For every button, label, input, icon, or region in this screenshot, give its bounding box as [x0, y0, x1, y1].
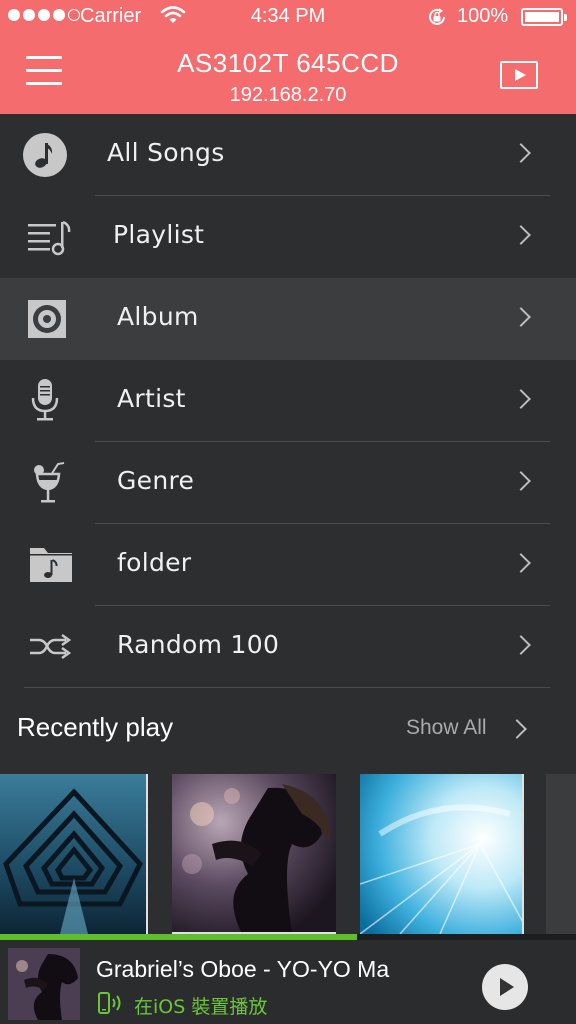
album-cover-bridge[interactable]: [0, 774, 148, 934]
show-all-link[interactable]: Show All: [406, 716, 487, 740]
device-name: AS3102T 645CCD: [177, 48, 399, 78]
disc-icon: [22, 294, 72, 344]
status-bar: Carrier 4:34 PM 100%: [0, 0, 576, 34]
menu-item-label: Genre: [117, 466, 195, 495]
hamburger-menu-icon[interactable]: [26, 56, 62, 88]
menu-item-all-songs[interactable]: All Songs: [0, 114, 576, 196]
menu-item-artist[interactable]: Artist: [0, 360, 576, 442]
chevron-right-icon: [511, 635, 531, 655]
recently-played-header: Recently play Show All: [0, 688, 576, 768]
menu-item-random-100[interactable]: Random 100: [0, 606, 576, 688]
now-playing-bar[interactable]: Grabriel’s Oboe - YO-YO Ma 在iOS 裝置播放: [0, 940, 576, 1024]
battery-percent: 100%: [457, 5, 509, 27]
chevron-right-icon: [511, 143, 531, 163]
menu-item-genre[interactable]: Genre: [0, 442, 576, 524]
chevron-right-icon: [511, 389, 531, 409]
album-cover-light[interactable]: [360, 774, 524, 934]
phone-speaker-icon: [98, 992, 126, 1019]
output-device[interactable]: 在iOS 裝置播放: [98, 992, 267, 1019]
playlist-icon: [22, 212, 72, 262]
music-folder-icon: [22, 540, 72, 590]
album-cover-portrait[interactable]: [172, 774, 336, 934]
chevron-right-icon[interactable]: [507, 719, 527, 739]
chevron-right-icon: [511, 471, 531, 491]
rotation-lock-icon: [426, 6, 448, 34]
now-playing-artwork: [8, 948, 80, 1020]
play-button[interactable]: [482, 964, 528, 1010]
menu-item-label: Album: [117, 302, 199, 331]
section-title: Recently play: [17, 712, 174, 742]
menu-item-label: Random 100: [117, 630, 280, 659]
album-cover-partial[interactable]: [546, 774, 576, 934]
chevron-right-icon: [511, 225, 531, 245]
library-menu: All Songs Playlist Album Artist Genre fo…: [0, 114, 576, 688]
top-bar: Carrier 4:34 PM 100% AS3102T 645CCD 192.…: [0, 0, 576, 114]
menu-item-playlist[interactable]: Playlist: [0, 196, 576, 278]
shuffle-icon: [22, 622, 72, 672]
cocktail-icon: [22, 458, 72, 508]
device-ip: 192.168.2.70: [229, 84, 347, 106]
music-note-icon: [22, 130, 72, 180]
menu-item-label: All Songs: [107, 138, 225, 167]
menu-item-folder[interactable]: folder: [0, 524, 576, 606]
now-playing-icon[interactable]: [500, 61, 538, 89]
chevron-right-icon: [511, 307, 531, 327]
menu-item-label: Artist: [117, 384, 186, 413]
menu-item-label: Playlist: [113, 220, 205, 249]
microphone-icon: [22, 376, 72, 426]
output-device-label: 在iOS 裝置播放: [134, 996, 268, 1018]
chevron-right-icon: [511, 553, 531, 573]
menu-item-album[interactable]: Album: [0, 278, 576, 360]
recent-albums: [0, 774, 576, 936]
battery-icon: [521, 8, 567, 26]
menu-item-label: folder: [117, 548, 192, 577]
track-title: Grabriel’s Oboe - YO-YO Ma: [96, 956, 390, 982]
